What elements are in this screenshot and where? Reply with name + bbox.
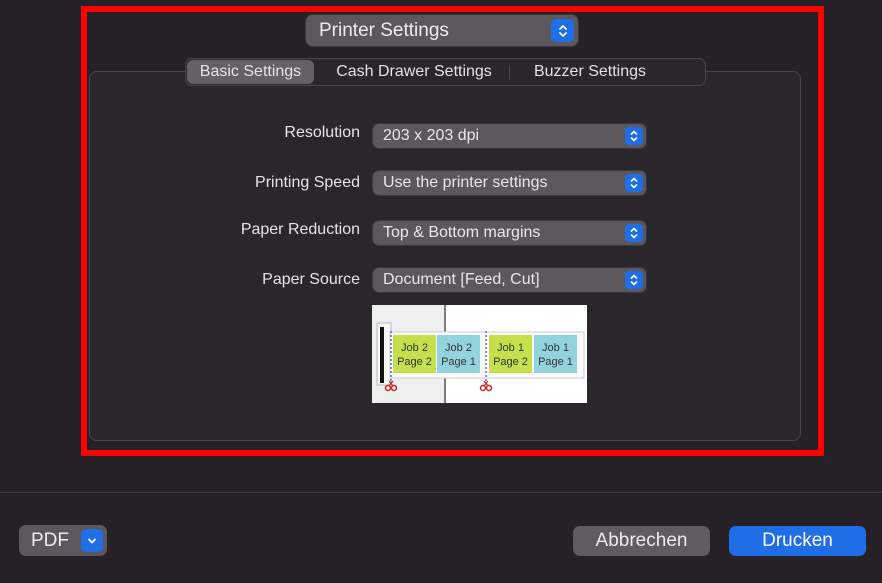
up-down-chevron-icon (625, 127, 643, 145)
preview-page: Job 1 Page 1 (534, 335, 577, 373)
pdf-label: PDF (31, 530, 69, 551)
scissors-icon (479, 380, 493, 392)
preview-page-label: Job 1 (497, 342, 524, 354)
preview-page: Job 2 Page 2 (393, 335, 436, 373)
printing-speed-label: Printing Speed (255, 174, 360, 191)
paper-source-label: Paper Source (262, 271, 360, 288)
preview-page: Job 2 Page 1 (437, 335, 480, 373)
resolution-dropdown[interactable]: 203 x 203 dpi (373, 124, 646, 148)
chevron-down-icon (81, 529, 103, 552)
preview-page-label: Page 2 (493, 356, 528, 368)
printing-speed-value: Use the printer settings (383, 174, 548, 191)
panel-selector-label: Printer Settings (319, 20, 449, 41)
resolution-value: 203 x 203 dpi (383, 127, 480, 144)
tab-cash-drawer-settings[interactable]: Cash Drawer Settings (319, 60, 509, 84)
cancel-button[interactable]: Abbrechen (573, 526, 710, 556)
paper-reduction-value: Top & Bottom margins (383, 224, 541, 241)
preview-page-label: Job 2 (445, 342, 472, 354)
paper-reduction-dropdown[interactable]: Top & Bottom margins (373, 221, 646, 245)
preview-page-label: Page 1 (538, 356, 573, 368)
up-down-chevron-icon (551, 19, 574, 42)
footer-divider (0, 492, 882, 493)
preview-page-label: Job 2 (401, 342, 428, 354)
print-button[interactable]: Drucken (729, 526, 866, 556)
preview-page: Job 1 Page 2 (489, 335, 532, 373)
paper-source-value: Document [Feed, Cut] (383, 271, 540, 288)
up-down-chevron-icon (625, 174, 643, 192)
paper-reduction-label: Paper Reduction (240, 221, 360, 238)
printer-head (380, 327, 384, 383)
up-down-chevron-icon (625, 224, 643, 242)
printing-speed-dropdown[interactable]: Use the printer settings (373, 171, 646, 195)
paper-source-preview: Job 2 Page 2 Job 2 Page 1 Job 1 Page 2 Job 1 Pa… (372, 305, 587, 403)
preview-page-label: Page 1 (441, 356, 476, 368)
preview-page-label: Page 2 (397, 356, 432, 368)
resolution-label: Resolution (284, 124, 360, 141)
panel-selector-dropdown[interactable]: Printer Settings (306, 15, 578, 46)
tab-basic-settings[interactable]: Basic Settings (187, 60, 314, 84)
tab-bar: Basic Settings Cash Drawer Settings Buzz… (185, 58, 706, 86)
paper-source-dropdown[interactable]: Document [Feed, Cut] (373, 268, 646, 292)
tab-buzzer-settings[interactable]: Buzzer Settings (510, 60, 670, 84)
preview-illustration: Job 2 Page 2 Job 2 Page 1 Job 1 Page 2 Job 1 Pa… (372, 305, 585, 403)
up-down-chevron-icon (625, 271, 643, 289)
preview-page-label: Job 1 (542, 342, 569, 354)
pdf-menu-button[interactable]: PDF (19, 525, 107, 556)
